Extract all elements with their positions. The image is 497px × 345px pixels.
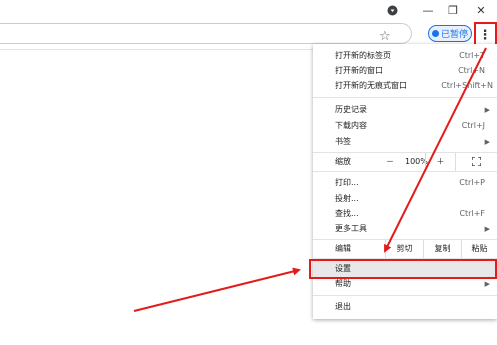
paste-button[interactable]: 粘贴: [461, 240, 497, 258]
menu-item-help[interactable]: 帮助 ▶: [313, 277, 497, 291]
menu-item-new-window[interactable]: 打开新的窗口 Ctrl+N: [313, 64, 497, 78]
more-tools-label: 更多工具: [335, 224, 367, 233]
menu-item-bookmarks[interactable]: 书签 ▶: [313, 135, 497, 149]
menu-item-history[interactable]: 历史记录 ▶: [313, 103, 497, 117]
zoom-value: 100%: [405, 157, 428, 166]
submenu-arrow-icon: ▶: [484, 225, 490, 233]
menu-separator: [313, 97, 497, 98]
cut-button[interactable]: 剪切: [385, 240, 423, 258]
close-button[interactable]: ✕: [471, 2, 491, 18]
exit-label: 退出: [335, 302, 351, 311]
minimize-button[interactable]: —: [418, 2, 438, 18]
restore-button[interactable]: ❐: [443, 2, 463, 18]
find-shortcut: Ctrl+F: [459, 209, 485, 218]
find-label: 查找...: [335, 209, 359, 218]
menu-separator: [313, 171, 497, 172]
cast-label: 投射...: [335, 194, 359, 203]
help-label: 帮助: [335, 279, 351, 288]
zoom-in-button[interactable]: ＋: [425, 153, 455, 171]
settings-label: 设置: [335, 264, 351, 273]
toolbar-divider: [0, 49, 313, 50]
history-label: 历史记录: [335, 105, 367, 114]
downloads-shortcut: Ctrl+J: [461, 121, 485, 130]
submenu-arrow-icon: ▶: [484, 138, 490, 146]
menu-item-settings[interactable]: 设置: [313, 261, 497, 277]
menu-separator: [313, 258, 497, 259]
zoom-label: 缩放: [335, 157, 351, 166]
copy-button[interactable]: 复制: [423, 240, 461, 258]
menu-item-downloads[interactable]: 下载内容 Ctrl+J: [313, 119, 497, 133]
menu-kebab-icon[interactable]: ⋮: [475, 24, 495, 46]
paused-label: 已暂停: [440, 30, 468, 40]
avatar-dot: [431, 30, 439, 37]
menu-item-print[interactable]: 打印... Ctrl+P: [313, 176, 497, 190]
submenu-arrow-icon: ▶: [484, 280, 490, 288]
edit-row: 编辑 剪切 复制 粘贴: [313, 240, 497, 258]
zoom-row: 缩放 － 100% ＋: [313, 153, 497, 171]
bookmarks-label: 书签: [335, 137, 351, 146]
menu-item-find[interactable]: 查找... Ctrl+F: [313, 207, 497, 221]
menu-item-exit[interactable]: 退出: [313, 300, 497, 314]
menu-item-incognito[interactable]: 打开新的无痕式窗口 Ctrl+Shift+N: [313, 79, 497, 93]
menu-item-more-tools[interactable]: 更多工具 ▶: [313, 222, 497, 236]
profile-paused-chip[interactable]: 已暂停: [428, 25, 472, 42]
address-bar[interactable]: ☆: [0, 23, 412, 44]
incognito-shortcut: Ctrl+Shift+N: [441, 81, 493, 90]
edit-label: 编辑: [335, 244, 351, 253]
print-label: 打印...: [335, 178, 359, 187]
profile-icon[interactable]: [382, 2, 402, 18]
chrome-main-menu: 打开新的标签页 Ctrl+T 打开新的窗口 Ctrl+N 打开新的无痕式窗口 C…: [313, 44, 497, 319]
print-shortcut: Ctrl+P: [459, 178, 485, 187]
new-window-shortcut: Ctrl+N: [458, 66, 485, 75]
incognito-label: 打开新的无痕式窗口: [335, 81, 407, 90]
new-tab-shortcut: Ctrl+T: [459, 51, 485, 60]
new-window-label: 打开新的窗口: [335, 66, 383, 75]
menu-item-new-tab[interactable]: 打开新的标签页 Ctrl+T: [313, 49, 497, 63]
downloads-label: 下载内容: [335, 121, 367, 130]
fullscreen-icon[interactable]: [455, 153, 497, 171]
menu-separator: [313, 295, 497, 296]
zoom-out-button[interactable]: －: [375, 153, 405, 171]
new-tab-label: 打开新的标签页: [335, 51, 391, 60]
submenu-arrow-icon: ▶: [484, 106, 490, 114]
title-bar: — ❐ ✕: [0, 0, 497, 21]
bookmark-star-icon[interactable]: ☆: [379, 29, 391, 44]
menu-item-cast[interactable]: 投射...: [313, 192, 497, 206]
arrow-to-settings-left: [133, 267, 301, 312]
